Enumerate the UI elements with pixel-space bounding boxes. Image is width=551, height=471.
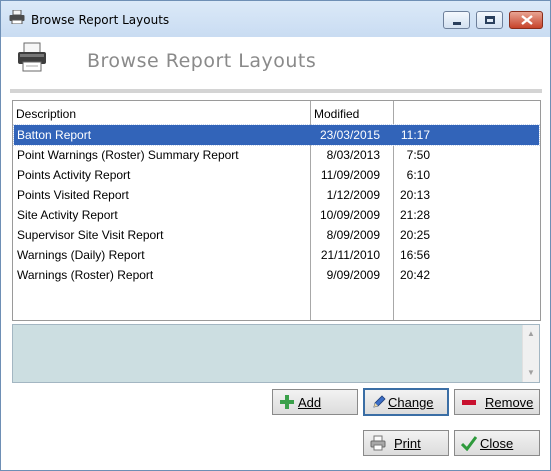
title-bar[interactable]: Browse Report Layouts — [1, 1, 550, 37]
row-time: 11:17 — [400, 128, 430, 142]
table-row[interactable]: Points Visited Report 1/12/2009 20:13 — [14, 185, 539, 205]
close-button[interactable]: Close — [454, 430, 540, 456]
row-description: Batton Report — [17, 128, 92, 142]
row-date: 8/09/2009 — [326, 228, 380, 242]
close-button-label: Close — [480, 436, 514, 451]
window-title: Browse Report Layouts — [31, 13, 170, 27]
header-panel: Browse Report Layouts — [2, 37, 549, 89]
table-row[interactable]: Warnings (Daily) Report 21/11/2010 16:56 — [14, 245, 539, 265]
print-button[interactable]: Print — [363, 430, 449, 456]
minimize-button[interactable] — [443, 11, 470, 29]
table-row[interactable]: Point Warnings (Roster) Summary Report 8… — [14, 145, 539, 165]
printer-icon — [370, 435, 386, 451]
row-description: Supervisor Site Visit Report — [17, 228, 164, 242]
checkmark-icon — [461, 436, 477, 451]
row-description: Warnings (Roster) Report — [17, 268, 154, 282]
table-row[interactable]: Batton Report 23/03/2015 11:17 — [13, 124, 540, 146]
browse-report-layouts-window: Browse Report Layouts Browse Report Layo… — [0, 0, 551, 471]
printer-icon — [9, 10, 25, 24]
table-row[interactable]: Site Activity Report 10/09/2009 21:28 — [14, 205, 539, 225]
table-row[interactable]: Warnings (Roster) Report 9/09/2009 20:42 — [14, 265, 539, 285]
row-description: Site Activity Report — [17, 208, 118, 222]
report-layouts-table[interactable]: Description Modified Batton Report 23/03… — [12, 100, 541, 321]
pencil-icon — [373, 395, 386, 408]
row-date: 9/09/2009 — [326, 268, 380, 282]
maximize-icon — [485, 16, 495, 24]
memo-scrollbar[interactable]: ▲ ▼ — [522, 325, 539, 382]
window-close-button[interactable] — [509, 11, 543, 29]
row-date: 11/09/2009 — [320, 168, 380, 182]
close-icon — [521, 15, 533, 25]
table-row[interactable]: Points Activity Report 11/09/2009 6:10 — [14, 165, 539, 185]
minus-icon — [462, 400, 476, 405]
row-description: Points Visited Report — [17, 188, 129, 202]
notes-memo-field[interactable]: ▲ ▼ — [12, 324, 540, 383]
change-button-label: Change — [388, 395, 434, 410]
printer-icon — [18, 42, 46, 72]
add-button-label: Add — [298, 395, 322, 410]
row-description: Warnings (Daily) Report — [17, 248, 145, 262]
row-date: 21/11/2010 — [320, 248, 380, 262]
remove-button-label: Remove — [485, 395, 534, 410]
row-description: Point Warnings (Roster) Summary Report — [17, 148, 239, 162]
print-button-label: Print — [394, 436, 421, 451]
row-time: 20:13 — [399, 188, 430, 202]
row-date: 10/09/2009 — [319, 208, 380, 222]
plus-icon — [280, 395, 294, 409]
row-time: 7:50 — [406, 148, 430, 162]
row-date: 8/03/2013 — [326, 148, 380, 162]
table-row[interactable]: Supervisor Site Visit Report 8/09/2009 2… — [14, 225, 539, 245]
row-time: 20:25 — [399, 228, 430, 242]
row-time: 6:10 — [406, 168, 430, 182]
row-time: 21:28 — [399, 208, 430, 222]
remove-button[interactable]: Remove — [454, 389, 540, 415]
table-header: Description Modified — [13, 101, 540, 124]
row-time: 16:56 — [399, 248, 430, 262]
change-button[interactable]: Change — [363, 388, 449, 416]
scroll-up-icon[interactable]: ▲ — [527, 329, 535, 338]
row-description: Points Activity Report — [17, 168, 131, 182]
maximize-button[interactable] — [476, 11, 503, 29]
row-date: 1/12/2009 — [326, 188, 380, 202]
scroll-down-icon[interactable]: ▼ — [527, 368, 535, 377]
minimize-icon — [453, 22, 461, 25]
column-header-description[interactable]: Description — [16, 107, 76, 121]
add-button[interactable]: Add — [272, 389, 358, 415]
row-time: 20:42 — [399, 268, 430, 282]
header-divider — [10, 89, 542, 93]
page-title: Browse Report Layouts — [87, 50, 317, 72]
column-header-modified[interactable]: Modified — [314, 107, 359, 121]
row-date: 23/03/2015 — [319, 128, 380, 142]
